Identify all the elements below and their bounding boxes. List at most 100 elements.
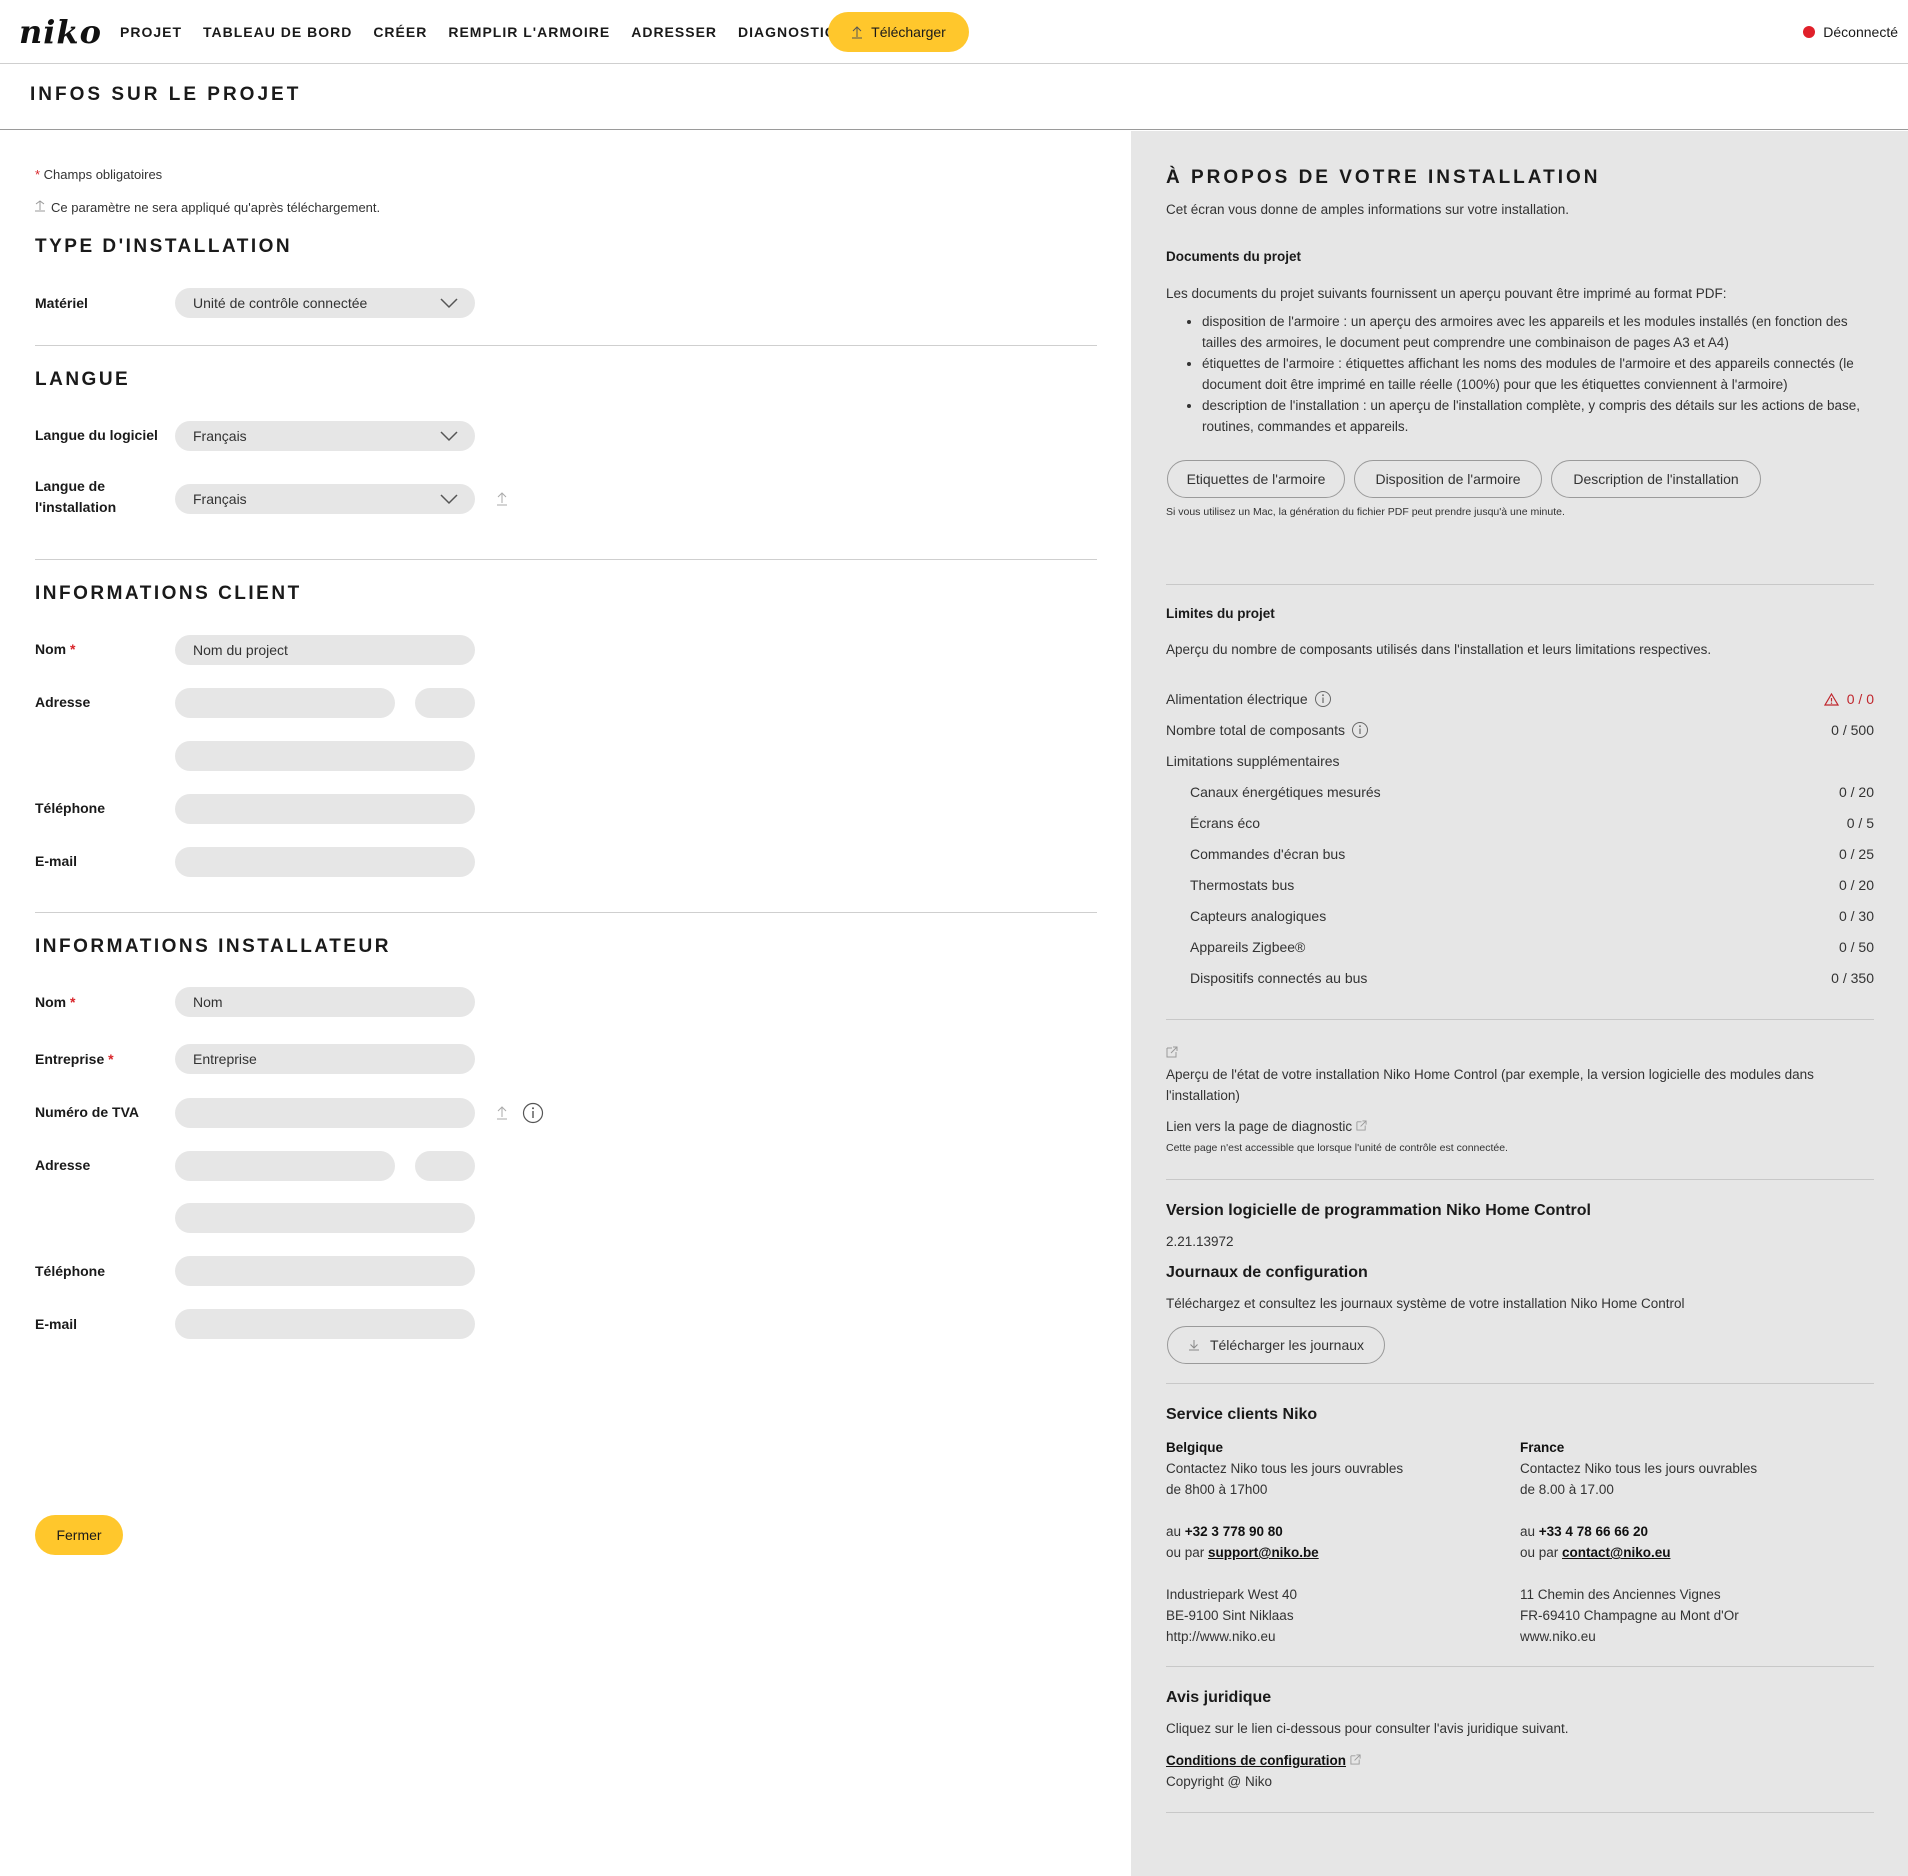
software-language-value: Français xyxy=(193,428,247,444)
france-country: France xyxy=(1520,1440,1565,1455)
belgium-country: Belgique xyxy=(1166,1440,1224,1455)
software-language-label: Langue du logiciel xyxy=(35,427,158,443)
belgium-address-line2: BE-9100 Sint Niklaas xyxy=(1166,1608,1294,1623)
section-title-client: INFORMATIONS CLIENT xyxy=(35,583,302,604)
sub-limit-value: 0 / 350 xyxy=(1831,970,1874,986)
sub-limit-label: Dispositifs connectés au bus xyxy=(1190,970,1368,986)
upload-button[interactable]: Télécharger xyxy=(828,12,969,52)
client-email-label: E-mail xyxy=(35,853,78,869)
limit-value: 0 / 0 xyxy=(1846,691,1874,707)
diagnostic-link[interactable]: Lien vers la page de diagnostic xyxy=(1166,1116,1367,1137)
chevron-down-icon xyxy=(440,494,458,505)
software-language-select[interactable]: Français xyxy=(175,421,475,451)
close-button[interactable]: Fermer xyxy=(35,1515,123,1555)
legal-link[interactable]: Conditions de configuration xyxy=(1166,1750,1361,1771)
material-select[interactable]: Unité de contrôle connectée xyxy=(175,288,475,318)
install-language-select[interactable]: Français xyxy=(175,484,475,514)
download-logs-button[interactable]: Télécharger les journaux xyxy=(1167,1326,1385,1364)
installer-number-input[interactable] xyxy=(415,1151,475,1181)
nav-adresser[interactable]: ADRESSER xyxy=(631,24,717,40)
cabinet-layout-button[interactable]: Disposition de l'armoire xyxy=(1354,460,1542,498)
divider xyxy=(35,912,1097,913)
divider xyxy=(1166,1019,1874,1020)
france-address-line1: 11 Chemin des Anciennes Vignes xyxy=(1520,1587,1721,1602)
nav-remplir-armoire[interactable]: REMPLIR L'ARMOIRE xyxy=(448,24,610,40)
service-france: France Contactez Niko tous les jours ouv… xyxy=(1520,1437,1757,1647)
france-address-line2: FR-69410 Champagne au Mont d'Or xyxy=(1520,1608,1739,1623)
info-icon[interactable] xyxy=(522,1102,544,1124)
client-street-input[interactable] xyxy=(175,688,395,718)
sub-limit-row: Commandes d'écran bus 0 / 25 xyxy=(1190,844,1874,864)
list-item: étiquettes de l'armoire : étiquettes aff… xyxy=(1202,353,1876,395)
installer-street-input[interactable] xyxy=(175,1151,395,1181)
client-email-input[interactable] xyxy=(175,847,475,877)
belgium-website[interactable]: http://www.niko.eu xyxy=(1166,1626,1403,1647)
list-item: description de l'installation : un aperç… xyxy=(1202,395,1876,437)
client-city-input[interactable] xyxy=(175,741,475,771)
legal-title: Avis juridique xyxy=(1166,1689,1272,1706)
limit-value-warning: 0 / 0 xyxy=(1823,689,1874,709)
sub-limit-label: Thermostats bus xyxy=(1190,877,1295,893)
installer-name-value: Nom xyxy=(193,994,223,1010)
installer-city-input[interactable] xyxy=(175,1203,475,1233)
installer-email-label: E-mail xyxy=(35,1316,78,1332)
sub-limit-label: Canaux énergétiques mesurés xyxy=(1190,784,1381,800)
info-icon[interactable] xyxy=(1314,690,1332,708)
france-phone: au +33 4 78 66 66 20 xyxy=(1520,1524,1649,1539)
info-icon[interactable] xyxy=(1351,721,1369,739)
nav-creer[interactable]: CRÉER xyxy=(373,24,427,40)
logs-text: Téléchargez et consultez les journaux sy… xyxy=(1166,1296,1685,1311)
installer-company-value: Entreprise xyxy=(193,1051,257,1067)
legal-text: Cliquez sur le lien ci-dessous pour cons… xyxy=(1166,1721,1569,1736)
service-belgium: Belgique Contactez Niko tous les jours o… xyxy=(1166,1437,1403,1647)
installer-phone-input[interactable] xyxy=(175,1256,475,1286)
client-address-label: Adresse xyxy=(35,694,91,710)
divider xyxy=(35,345,1097,346)
install-language-label: Langue de l'installation xyxy=(35,476,116,518)
france-website[interactable]: www.niko.eu xyxy=(1520,1626,1757,1647)
required-asterisk: * xyxy=(70,641,76,657)
upload-note-text: Ce paramètre ne sera appliqué qu'après t… xyxy=(51,200,381,215)
limit-label: Alimentation électrique xyxy=(1166,691,1308,707)
upload-icon xyxy=(497,492,507,506)
chevron-down-icon xyxy=(440,431,458,442)
limit-value: 0 / 500 xyxy=(1831,722,1874,738)
client-name-input[interactable]: Nom du project xyxy=(175,635,475,665)
installer-company-input[interactable]: Entreprise xyxy=(175,1044,475,1074)
client-phone-input[interactable] xyxy=(175,794,475,824)
cabinet-labels-button[interactable]: Etiquettes de l'armoire xyxy=(1167,460,1345,498)
installer-email-input[interactable] xyxy=(175,1309,475,1339)
external-link-icon xyxy=(1356,1120,1367,1131)
sub-limit-row: Appareils Zigbee® 0 / 50 xyxy=(1190,937,1874,957)
sub-limit-value: 0 / 30 xyxy=(1838,908,1874,924)
installer-name-input[interactable]: Nom xyxy=(175,987,475,1017)
upload-icon xyxy=(35,200,45,212)
nav-tableau-de-bord[interactable]: TABLEAU DE BORD xyxy=(203,24,352,40)
installer-phone-label: Téléphone xyxy=(35,1263,106,1279)
belgium-address-line1: Industriepark West 40 xyxy=(1166,1587,1298,1602)
section-title-install-type: TYPE D'INSTALLATION xyxy=(35,236,293,257)
project-info-form: * Champs obligatoires Ce paramètre ne se… xyxy=(0,131,1131,1876)
main-nav: PROJET TABLEAU DE BORD CRÉER REMPLIR L'A… xyxy=(120,0,875,64)
legal-link-label: Conditions de configuration xyxy=(1166,1753,1346,1768)
sub-limit-row: Dispositifs connectés au bus 0 / 350 xyxy=(1190,968,1874,988)
page-header: INFOS SUR LE PROJET xyxy=(0,64,1908,130)
nav-projet[interactable]: PROJET xyxy=(120,24,182,40)
belgium-hours-line2: de 8h00 à 17h00 xyxy=(1166,1482,1268,1497)
divider xyxy=(1166,1383,1874,1384)
france-mail-link[interactable]: contact@niko.eu xyxy=(1562,1545,1670,1560)
france-hours-line2: de 8.00 à 17.00 xyxy=(1520,1482,1614,1497)
belgium-mail-link[interactable]: support@niko.be xyxy=(1208,1545,1319,1560)
version-title: Version logicielle de programmation Niko… xyxy=(1166,1202,1591,1219)
material-select-value: Unité de contrôle connectée xyxy=(193,295,368,311)
limit-label: Limitations supplémentaires xyxy=(1166,753,1340,769)
installation-description-button[interactable]: Description de l'installation xyxy=(1551,460,1761,498)
upload-button-label: Télécharger xyxy=(871,24,946,40)
client-name-value: Nom du project xyxy=(193,642,288,658)
vat-input[interactable] xyxy=(175,1098,475,1128)
client-number-input[interactable] xyxy=(415,688,475,718)
mac-note: Si vous utilisez un Mac, la génération d… xyxy=(1166,506,1565,518)
about-title: À PROPOS DE VOTRE INSTALLATION xyxy=(1166,167,1601,188)
niko-logo[interactable]: niko xyxy=(19,14,102,50)
section-title-language: LANGUE xyxy=(35,369,131,390)
